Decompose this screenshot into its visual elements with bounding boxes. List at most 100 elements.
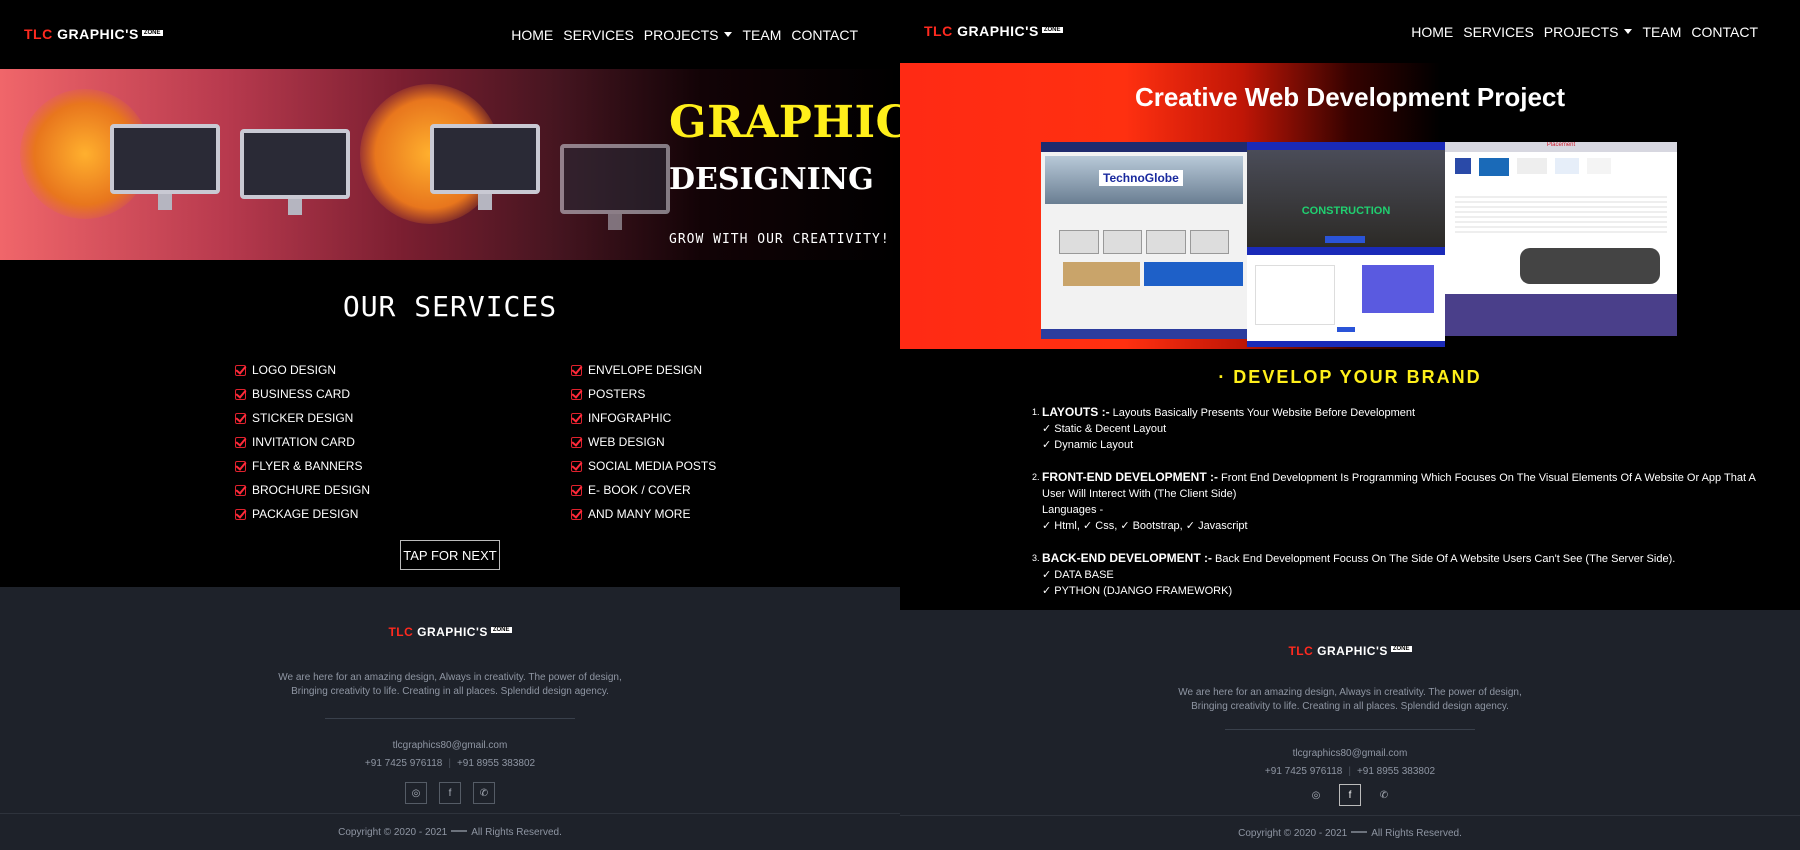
nav-services[interactable]: SERVICES [563,27,634,43]
checkbox-icon [571,484,582,496]
footer-phone[interactable]: +91 8955 383802 [1357,766,1435,777]
website-screenshot-placement: Placement [1445,142,1677,336]
services-list-right: ENVELOPE DESIGN POSTERS INFOGRAPHIC WEB … [571,358,716,526]
monitor-image [560,144,670,230]
services-title: OUR SERVICES [342,290,558,323]
logo-graphics: GRAPHIC'S [417,625,488,639]
list-item: 2. FRONT-END DEVELOPMENT :- Front End De… [1032,469,1762,534]
item-description: Back End Development Focuss On The Side … [1212,553,1676,565]
develop-brand-heading: · DEVELOP YOUR BRAND [1218,367,1482,387]
chevron-down-icon [724,32,733,37]
screenshot-brand: TechnoGlobe [1099,170,1183,186]
nav-contact[interactable]: CONTACT [1691,24,1758,40]
service-item: INVITATION CARD [235,430,370,454]
footer-description: We are here for an amazing design, Alway… [0,671,900,699]
facebook-icon[interactable]: f [439,782,461,804]
footer-logo[interactable]: TLC GRAPHIC'S ZONE [900,644,1800,658]
logo-box [1587,158,1611,174]
nav-team[interactable]: TEAM [1642,24,1681,40]
service-item: INFOGRAPHIC [571,406,716,430]
nav-projects-label: PROJECTS [1543,24,1619,40]
service-item: ENVELOPE DESIGN [571,358,716,382]
nav-services[interactable]: SERVICES [1463,24,1534,40]
nav-home[interactable]: HOME [511,27,553,43]
whatsapp-icon[interactable]: ✆ [473,782,495,804]
list-number: 2. [1032,472,1040,482]
logo-zone: ZONE [490,627,512,633]
divider [0,813,900,814]
item-heading: BACK-END DEVELOPMENT :- [1042,551,1212,565]
list-number: 1. [1032,407,1040,417]
tap-for-next-button[interactable]: TAP FOR NEXT [400,540,500,570]
info-card [1362,265,1434,313]
brand-mark-icon [451,830,468,832]
logo-box [1555,158,1579,174]
item-heading: LAYOUTS :- [1042,405,1110,419]
copyright-text: Copyright © 2020 - 2021 [338,827,448,838]
logo-tlc: TLC [1288,644,1314,658]
site-logo[interactable]: TLC GRAPHIC'S ZONE [24,26,163,42]
nav-menu: HOME SERVICES PROJECTS TEAM CONTACT [511,27,858,43]
footer-email[interactable]: tlcgraphics80@gmail.com [900,745,1800,763]
logo-zone: ZONE [141,30,163,36]
logo-box [1146,230,1186,254]
item-line: ✓ Static & Decent Layout [1042,423,1167,435]
footer-text-line: Bringing creativity to life. Creating in… [1191,701,1509,712]
checkbox-icon [235,388,246,400]
contact-card [1520,248,1660,284]
checkbox-icon [571,508,582,520]
footer-email[interactable]: tlcgraphics80@gmail.com [0,737,900,755]
checkbox-icon [235,460,246,472]
logo-zone: ZONE [1041,27,1063,33]
instagram-icon[interactable]: ◎ [1305,784,1327,806]
service-label: WEB DESIGN [588,435,665,449]
logo-tlc: TLC [24,26,53,42]
website-screenshot-technoglobe: TechnoGlobe [1041,142,1247,339]
item-heading: FRONT-END DEVELOPMENT :- [1042,470,1218,484]
divider [900,815,1800,816]
nav-contact[interactable]: CONTACT [791,27,858,43]
nav-projects[interactable]: PROJECTS [644,27,733,43]
website-screenshot-contact-form [1247,247,1445,347]
screenshot-footer [1041,329,1247,339]
brand-mark-icon [1351,831,1368,833]
footer-phone[interactable]: +91 8955 383802 [457,758,535,769]
nav-projects-label: PROJECTS [643,27,719,43]
list-item: 1. LAYOUTS :- Layouts Basically Presents… [1032,404,1762,453]
nav-home[interactable]: HOME [1411,24,1453,40]
footer-phone[interactable]: +91 7425 976118 [365,758,442,769]
screenshot-logos [1059,230,1229,254]
service-label: E- BOOK / COVER [588,483,691,497]
footer-logo[interactable]: TLC GRAPHIC'S ZONE [0,625,900,639]
footer-phone[interactable]: +91 7425 976118 [1265,766,1342,777]
item-description: Layouts Basically Presents Your Website … [1109,407,1416,419]
footer-text-line: We are here for an amazing design, Alway… [278,672,622,683]
screenshot-footer [1445,294,1677,336]
site-logo[interactable]: TLC GRAPHIC'S ZONE [924,23,1063,39]
facebook-icon[interactable]: f [1339,784,1361,806]
service-label: INVITATION CARD [252,435,355,449]
whatsapp-icon[interactable]: ✆ [1373,784,1395,806]
services-list-left: LOGO DESIGN BUSINESS CARD STICKER DESIGN… [235,358,370,526]
footer: TLC GRAPHIC'S ZONE We are here for an ama… [900,610,1800,850]
nav-projects[interactable]: PROJECTS [1544,24,1633,40]
screenshot-brand: CONSTRUCTION [1301,205,1391,217]
text-block [1455,196,1667,236]
logo-tlc: TLC [388,625,414,639]
checkbox-icon [571,460,582,472]
instagram-icon[interactable]: ◎ [405,782,427,804]
logo-box [1517,158,1547,174]
service-label: AND MANY MORE [588,507,691,521]
screenshot-cards [1063,262,1243,286]
hero-title-graphic: GRAPHIC [669,97,900,148]
service-item: BROCHURE DESIGN [235,478,370,502]
nav-team[interactable]: TEAM [742,27,781,43]
footer-contact: tlcgraphics80@gmail.com +91 7425 976118 |… [900,745,1800,781]
hero-tagline: GROW WITH OUR CREATIVITY! [669,232,890,247]
logo-graphics: GRAPHIC'S [957,23,1039,39]
screenshot-header [1041,142,1247,152]
project-title: Creative Web Development Project [1134,82,1566,112]
screenshot-logos [1455,158,1667,176]
form-area [1255,265,1335,325]
nav-menu: HOME SERVICES PROJECTS TEAM CONTACT [1411,24,1758,40]
